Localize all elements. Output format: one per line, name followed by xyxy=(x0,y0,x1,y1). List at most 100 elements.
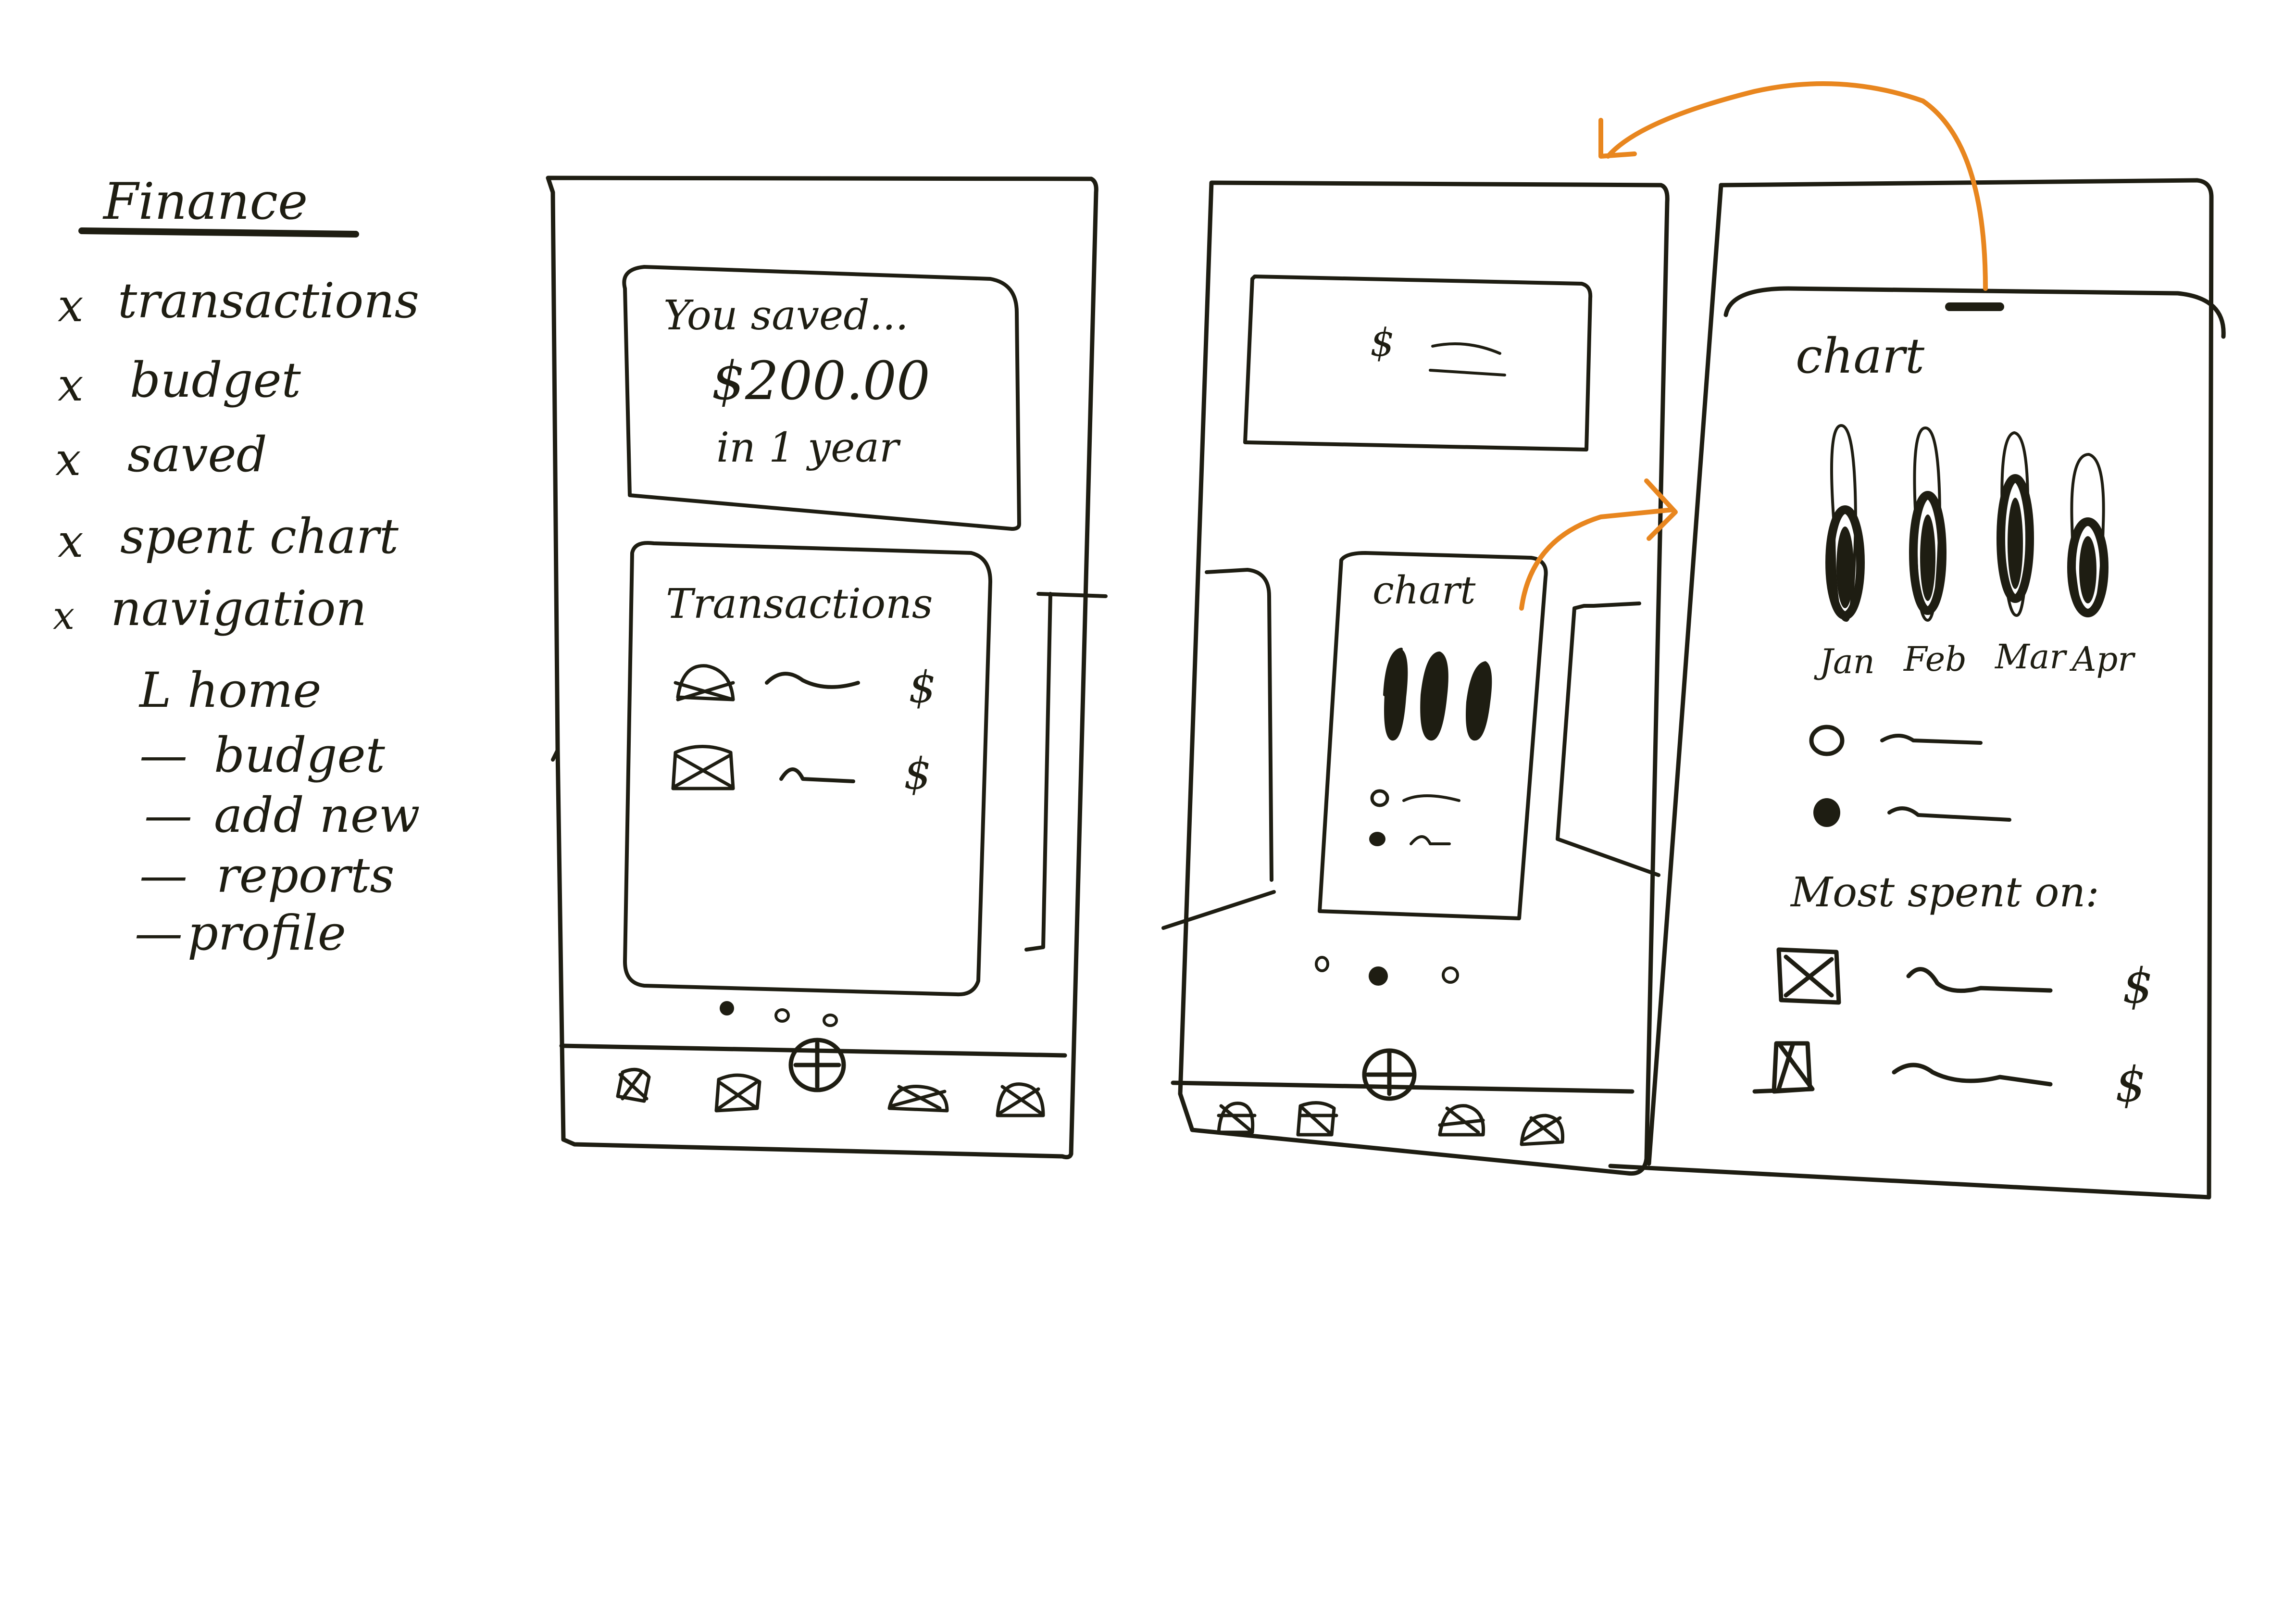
profile-icon[interactable] xyxy=(1520,1114,1565,1146)
reports-icon[interactable] xyxy=(887,1085,949,1113)
profile-icon[interactable] xyxy=(996,1082,1045,1117)
notes-item: x transactions xyxy=(58,273,419,332)
transaction-amount: $ xyxy=(909,662,936,713)
saved-period: in 1 year xyxy=(716,424,901,472)
notes-item-label: budget xyxy=(130,352,301,408)
summary-card-border xyxy=(1243,275,1593,451)
monthly-bar-chart: Jan Feb Mar Apr xyxy=(1814,424,2135,681)
add-new-icon[interactable] xyxy=(1362,1048,1417,1101)
month-label: Apr xyxy=(2069,639,2135,679)
report-chart-title: chart xyxy=(1796,328,1925,384)
reports-icon[interactable] xyxy=(1438,1104,1485,1137)
subitem-label: home xyxy=(187,662,322,718)
subitem-bullet: — xyxy=(144,787,192,843)
page-dot xyxy=(774,1008,790,1023)
saved-intro: You saved... xyxy=(663,292,909,339)
notes-subitem: — reports xyxy=(139,847,395,903)
legend-dot-filled xyxy=(1369,832,1385,846)
notes-subitem: — profile xyxy=(135,905,346,961)
mini-legend xyxy=(1369,789,1460,846)
add-new-icon[interactable] xyxy=(788,1038,846,1092)
notes-panel: Finance x transactions x budget x saved … xyxy=(53,172,420,961)
spending-amount: $ xyxy=(2122,958,2153,1014)
notes-subitem: L home xyxy=(138,662,322,718)
notes-item: x spent chart xyxy=(58,508,399,568)
spending-row: $ xyxy=(1776,947,2153,1014)
summary-value-squiggle xyxy=(1429,342,1506,376)
bullet-x: x xyxy=(58,279,84,332)
transactions-card: Transactions $ $ xyxy=(623,541,992,997)
spending-name-squiggle xyxy=(1906,967,2053,993)
legend-dot-hollow xyxy=(1370,789,1389,807)
legend-squiggle xyxy=(1887,806,2011,822)
subitem-bullet: — xyxy=(135,905,183,961)
nav-divider xyxy=(559,1043,1067,1058)
chart-card-title: chart xyxy=(1373,568,1476,613)
home-icon[interactable] xyxy=(1217,1102,1257,1134)
chart-bar xyxy=(2067,453,2109,617)
transaction-row: $ xyxy=(674,662,936,713)
title-underline xyxy=(78,227,359,238)
sketch-canvas: Finance x transactions x budget x saved … xyxy=(53,81,2226,1200)
page-dot xyxy=(823,1014,838,1027)
notes-item: x budget xyxy=(58,352,301,412)
subitem-label: reports xyxy=(216,847,395,903)
home-icon[interactable] xyxy=(616,1067,651,1103)
bullet-x: x xyxy=(55,433,81,486)
budget-icon[interactable] xyxy=(714,1073,761,1113)
next-card-peek xyxy=(1024,592,1108,952)
subitem-bullet: L xyxy=(138,662,171,718)
category-icon xyxy=(671,745,735,790)
legend-dot-filled xyxy=(1813,798,1840,827)
transaction-amount: $ xyxy=(904,749,931,799)
transaction-row: $ xyxy=(671,745,931,799)
chart-bar xyxy=(1825,424,1865,622)
notes-item-label: spent chart xyxy=(120,508,399,564)
transactions-title: Transactions xyxy=(666,580,933,628)
notes-item-label: saved xyxy=(127,426,267,483)
bottom-nav xyxy=(1171,1048,1635,1146)
page-indicator xyxy=(720,1001,838,1027)
page-dot xyxy=(1315,956,1329,972)
screen-report: chart Jan Feb Mar Apr Most spent on: $ $ xyxy=(1608,178,2226,1200)
spending-amount: $ xyxy=(2115,1056,2146,1113)
transaction-name-squiggle xyxy=(779,767,855,783)
saved-amount: $200.00 xyxy=(711,350,930,412)
screen-home: You saved... $200.00 in 1 year Transacti… xyxy=(546,175,1108,1160)
prev-card-peek xyxy=(1161,568,1276,930)
page-indicator xyxy=(1315,956,1459,986)
page-dot-active xyxy=(720,1001,734,1015)
month-label: Mar xyxy=(1994,637,2067,677)
nav-divider xyxy=(1171,1080,1635,1094)
phone-frame-left-edge xyxy=(1647,183,1723,1166)
subitem-bullet: — xyxy=(139,847,187,903)
next-card-peek xyxy=(1556,602,1660,877)
mini-bar xyxy=(1466,661,1492,741)
notes-title: Finance xyxy=(102,172,308,231)
mini-bar xyxy=(1384,649,1408,741)
month-label: Jan xyxy=(1814,642,1875,681)
bullet-x: x xyxy=(58,359,84,412)
subitem-label: add new xyxy=(214,787,420,843)
screen-home-chart: $ chart xyxy=(1161,180,1670,1176)
chart-card: chart xyxy=(1318,551,1548,920)
page-dot-active xyxy=(1369,966,1388,986)
transaction-name-squiggle xyxy=(765,672,860,689)
notes-subitem: — budget xyxy=(139,727,386,783)
notes-item-label: transactions xyxy=(118,273,419,329)
notes-subitem: — add new xyxy=(144,787,420,843)
budget-icon[interactable] xyxy=(1296,1101,1338,1137)
notes-item-label: navigation xyxy=(111,580,367,637)
subitem-label: profile xyxy=(187,905,346,961)
spending-row: $ xyxy=(1752,1041,2146,1113)
bullet-x: x xyxy=(53,593,75,638)
month-label: Feb xyxy=(1903,639,1967,679)
chart-bar xyxy=(1997,431,2034,617)
subitem-label: budget xyxy=(214,727,386,783)
summary-card: $ xyxy=(1243,275,1593,451)
page-dot xyxy=(1442,966,1459,984)
category-icon xyxy=(1752,1041,1815,1094)
category-icon xyxy=(674,664,735,702)
spending-name-squiggle xyxy=(1892,1063,2053,1087)
legend-dot-hollow xyxy=(1809,725,1845,756)
